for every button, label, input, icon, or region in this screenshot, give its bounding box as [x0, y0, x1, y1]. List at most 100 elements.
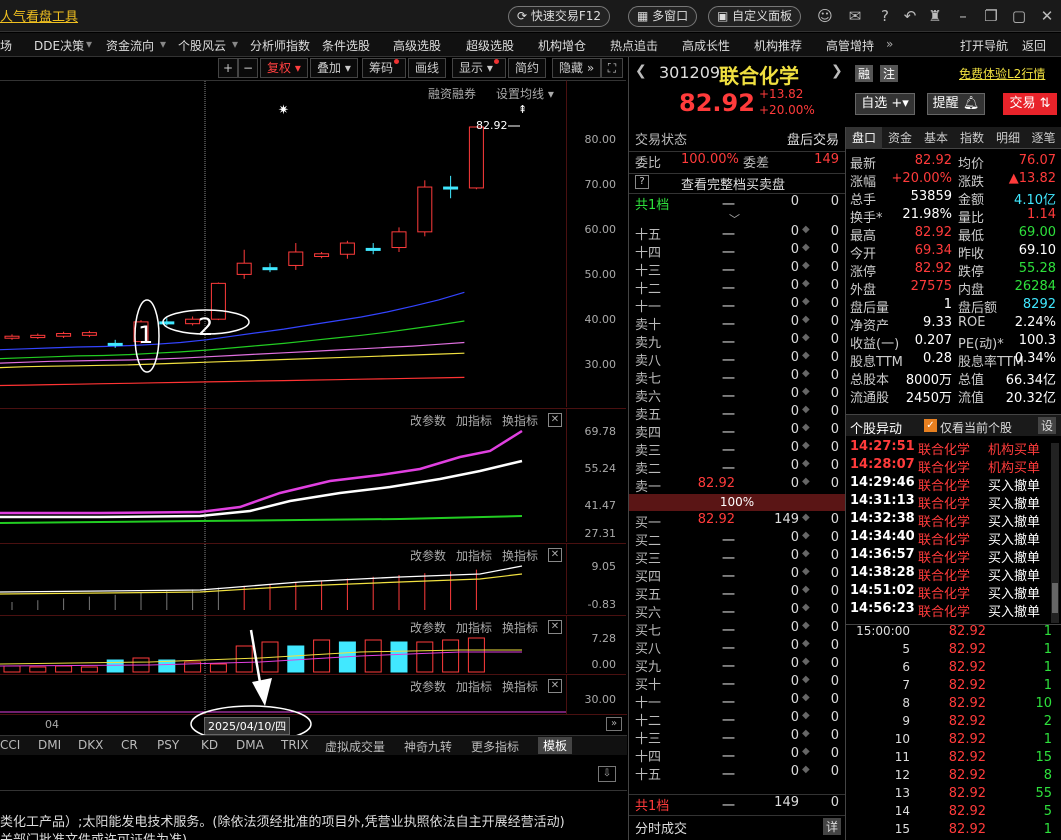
tab-template[interactable]: 模板	[538, 737, 573, 754]
menu-item[interactable]: 高成长性	[682, 37, 730, 54]
main-chart-panel[interactable]: 融资融券 设置均线 ▾ 82.92 ✷ ⇞ 1 2	[0, 80, 566, 408]
open-nav-button[interactable]: 打开导航	[960, 37, 1008, 54]
tab-capital[interactable]: 资金	[882, 127, 918, 149]
undo-icon[interactable]: ↶	[901, 7, 919, 25]
tab-more-indicators[interactable]: 更多指标	[471, 738, 519, 755]
order-level-row[interactable]: 十四一 0 ◆ 0	[629, 746, 845, 765]
order-level-row[interactable]: 买四一 0 ◆ 0	[629, 566, 845, 585]
order-level-row[interactable]: 卖二一 0 ◆ 0	[629, 458, 845, 477]
scroll-right-icon[interactable]: »	[606, 717, 622, 731]
order-level-row[interactable]: 十二一 0 ◆ 0	[629, 278, 845, 297]
maximize-icon[interactable]: ▢	[1010, 7, 1028, 25]
order-level-row[interactable]: 十五一 0 ◆ 0	[629, 224, 845, 243]
menu-item[interactable]: DDE决策	[34, 37, 84, 54]
add-indicator-button[interactable]: 加指标	[456, 412, 492, 429]
order-level-row[interactable]: 买五一 0 ◆ 0	[629, 584, 845, 603]
menu-item[interactable]: 高级选股	[393, 37, 441, 54]
movement-row[interactable]: 14:31:13 联合化学 买入撤单	[846, 493, 1061, 512]
close-icon[interactable]: ✕	[1038, 7, 1056, 25]
movement-scrollbar[interactable]	[1051, 443, 1059, 623]
quick-trade-button[interactable]: ⟳ 快速交易F12	[508, 6, 611, 27]
help-icon[interactable]: ?	[876, 7, 894, 25]
movement-filter-label[interactable]: 仅看当前个股	[940, 419, 1012, 436]
movement-row[interactable]: 14:38:28 联合化学 买入撤单	[846, 565, 1061, 584]
indicator-panel-3[interactable]: 改参数 加指标 换指标 ✕	[0, 615, 566, 674]
registration-badge[interactable]: 注	[880, 65, 899, 82]
order-level-row[interactable]: 十四一 0 ◆ 0	[629, 242, 845, 261]
menu-item[interactable]: 条件选股	[322, 37, 370, 54]
tab-dmi[interactable]: DMI	[38, 738, 61, 752]
dropdown-arrow-icon[interactable]: ▾	[232, 37, 238, 51]
next-stock-icon[interactable]: ❯	[831, 63, 843, 79]
display-button[interactable]: 显示 ▾	[452, 58, 506, 78]
fuquan-button[interactable]: 复权 ▾	[260, 58, 308, 78]
prev-stock-icon[interactable]: ❮	[635, 63, 647, 79]
movement-row[interactable]: 14:28:07 联合化学 机构买单	[846, 457, 1061, 476]
movement-row[interactable]: 14:51:02 联合化学 买入撤单	[846, 583, 1061, 602]
order-level-row[interactable]: 十一一 0 ◆ 0	[629, 296, 845, 315]
skin-icon[interactable]: ♜	[926, 7, 944, 25]
add-indicator-button[interactable]: 加指标	[456, 678, 492, 695]
app-title[interactable]: 人气看盘工具	[0, 6, 78, 25]
minimize-icon[interactable]: –	[954, 7, 972, 25]
tab-detail[interactable]: 明细	[990, 127, 1026, 149]
tab-cr[interactable]: CR	[121, 738, 138, 752]
l2-trial-link[interactable]: 免费体验L2行情	[959, 65, 1045, 82]
tab-index[interactable]: 指数	[954, 127, 990, 149]
hide-button[interactable]: 隐藏 »	[552, 58, 602, 78]
multi-window-button[interactable]: ▦ 多窗口	[628, 6, 698, 27]
tab-virtual-volume[interactable]: 虚拟成交量	[325, 738, 385, 755]
tab-dma[interactable]: DMA	[236, 738, 264, 752]
tab-pankou[interactable]: 盘口	[846, 127, 882, 149]
user-icon[interactable]: ☺	[816, 7, 834, 25]
add-watchlist-button[interactable]: 自选 +▾	[855, 93, 915, 115]
margin-trading-label[interactable]: 融资融券	[428, 85, 476, 102]
menu-item[interactable]: 机构增仓	[538, 37, 586, 54]
dropdown-arrow-icon[interactable]: ▾	[160, 37, 166, 51]
fullscreen-icon[interactable]: ⛶	[601, 58, 623, 78]
tab-magic-nine[interactable]: 神奇九转	[404, 738, 452, 755]
close-icon[interactable]: ✕	[548, 679, 562, 693]
full-book-row[interactable]: ? 查看完整档买卖盘	[629, 173, 845, 193]
switch-indicator-button[interactable]: 换指标	[502, 547, 538, 564]
full-book-link[interactable]: 查看完整档买卖盘	[681, 174, 785, 193]
order-level-row[interactable]: 十三一 0 ◆ 0	[629, 260, 845, 279]
order-level-row[interactable]: 卖三一 0 ◆ 0	[629, 440, 845, 459]
draw-line-button[interactable]: 画线	[408, 58, 447, 78]
menu-item[interactable]: 机构推荐	[754, 37, 802, 54]
collapse-panel-icon[interactable]: ⇩	[598, 766, 616, 782]
movement-settings-button[interactable]: 设	[1038, 417, 1057, 434]
order-level-row[interactable]: 十三一 0 ◆ 0	[629, 728, 845, 747]
custom-panel-button[interactable]: ▣ 自定义面板	[708, 6, 802, 27]
menu-item[interactable]: 超级选股	[466, 37, 514, 54]
close-icon[interactable]: ✕	[548, 548, 562, 562]
alert-button[interactable]: 提醒 🔔︎	[927, 93, 985, 115]
indicator-panel-2[interactable]: 改参数 加指标 换指标 ✕	[0, 543, 566, 615]
order-level-row[interactable]: 卖八一 0 ◆ 0	[629, 350, 845, 369]
order-level-row[interactable]: 卖五一 0 ◆ 0	[629, 404, 845, 423]
edit-params-button[interactable]: 改参数	[410, 547, 446, 564]
edit-params-button[interactable]: 改参数	[410, 678, 446, 695]
order-level-row[interactable]: 卖六一 0 ◆ 0	[629, 386, 845, 405]
movement-row[interactable]: 14:27:51 联合化学 机构买单	[846, 439, 1061, 458]
mail-icon[interactable]: ✉	[846, 7, 864, 25]
tab-basic[interactable]: 基本	[918, 127, 954, 149]
trade-button[interactable]: 交易 ⇅	[1003, 93, 1057, 115]
order-level-row[interactable]: 卖九一 0 ◆ 0	[629, 332, 845, 351]
close-icon[interactable]: ✕	[548, 620, 562, 634]
movement-row[interactable]: 14:32:38 联合化学 买入撤单	[846, 511, 1061, 530]
order-level-row[interactable]: 卖四一 0 ◆ 0	[629, 422, 845, 441]
tab-cci[interactable]: CCI	[0, 738, 20, 752]
menu-item[interactable]: 分析师指数	[250, 37, 310, 54]
back-button[interactable]: 返回	[1022, 37, 1046, 54]
tab-trix[interactable]: TRIX	[281, 738, 308, 752]
more-menu-icon[interactable]: »	[886, 37, 893, 51]
order-level-row[interactable]: 卖一 82.92 0 ◆ 0	[629, 476, 845, 495]
add-indicator-button[interactable]: 加指标	[456, 547, 492, 564]
close-icon[interactable]: ✕	[548, 413, 562, 427]
help-icon[interactable]: ?	[635, 175, 649, 189]
tab-dkx[interactable]: DKX	[78, 738, 103, 752]
dropdown-arrow-icon[interactable]: ▾	[86, 37, 92, 51]
overlay-button[interactable]: 叠加 ▾	[310, 58, 358, 78]
order-level-row[interactable]: 买三一 0 ◆ 0	[629, 548, 845, 567]
